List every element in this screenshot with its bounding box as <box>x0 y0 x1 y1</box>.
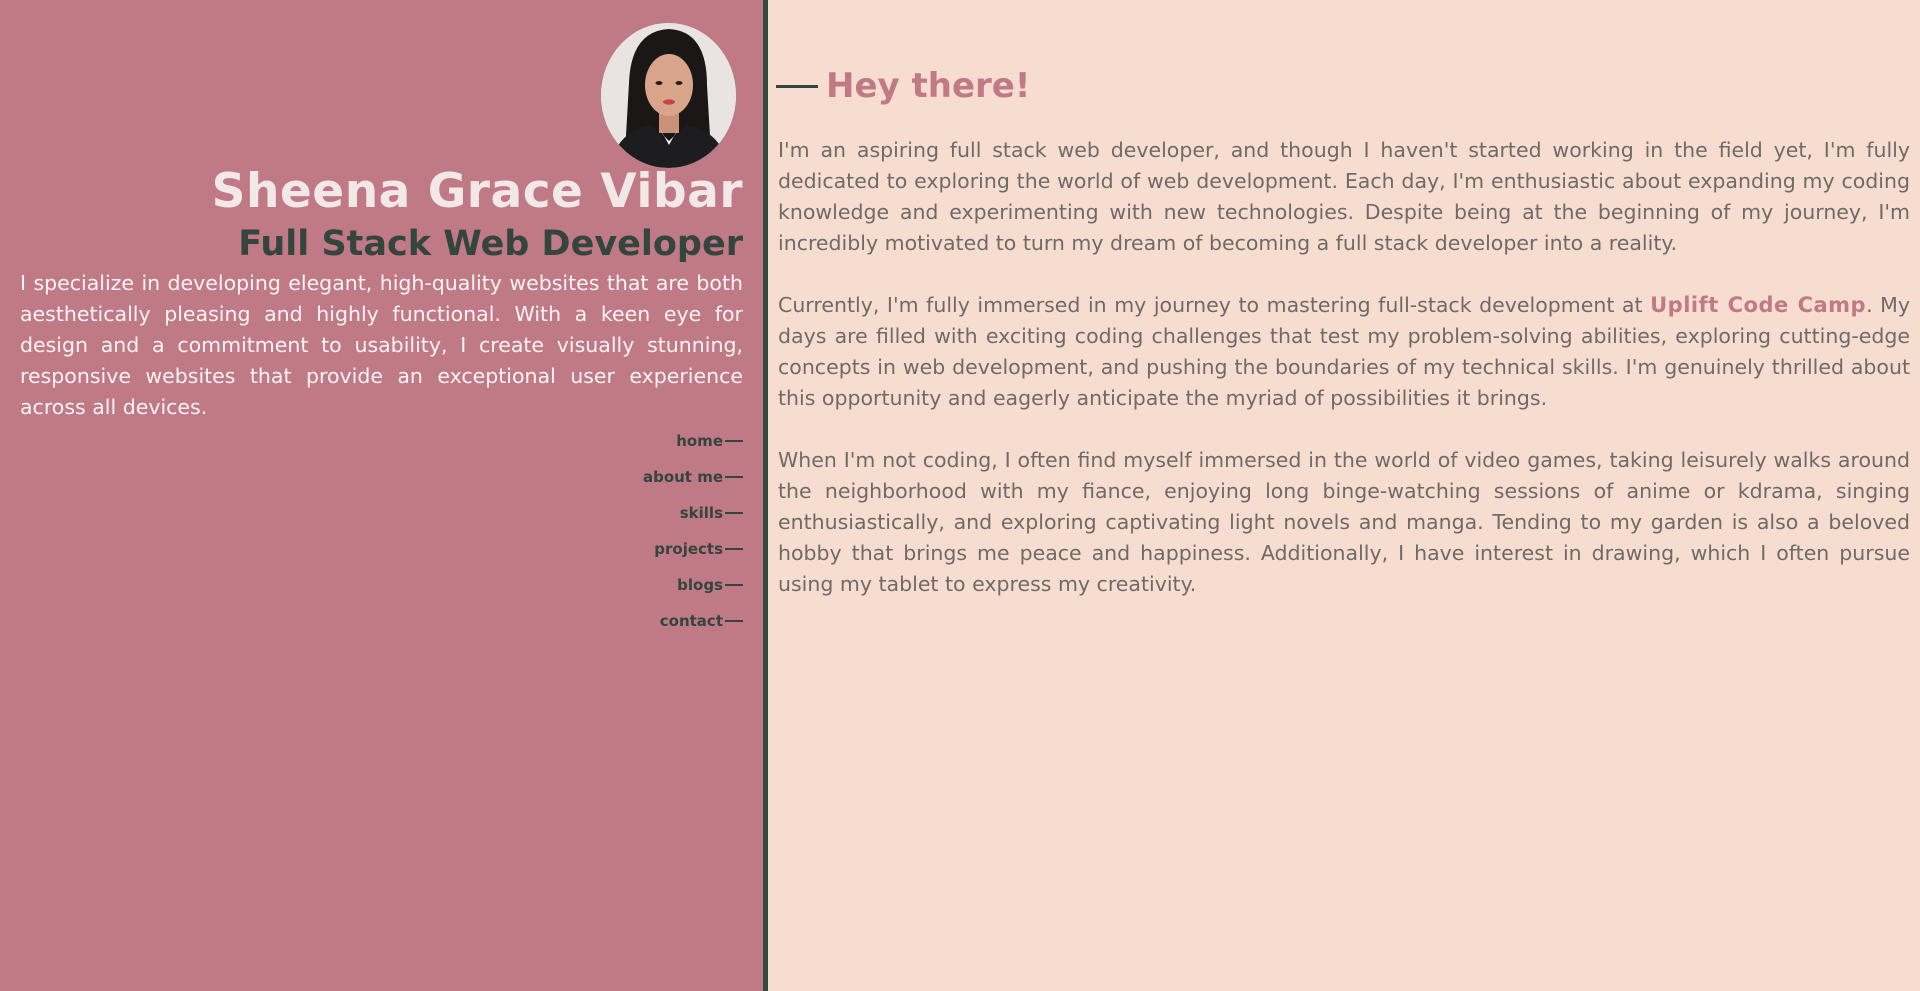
profile-intro: I specialize in developing elegant, high… <box>20 271 743 419</box>
nav-link-home[interactable]: home <box>676 432 723 450</box>
dash-icon <box>725 475 743 478</box>
uplift-code-camp-link[interactable]: Uplift Code Camp <box>1650 293 1866 317</box>
section-title: Hey there! <box>826 66 1031 106</box>
dash-icon <box>725 439 743 442</box>
about-content: I'm an aspiring full stack web developer… <box>778 135 1910 631</box>
nav-item-about-me[interactable]: about me <box>643 464 743 500</box>
section-heading: Hey there! <box>776 66 1030 106</box>
about-section: Hey there! I'm an aspiring full stack we… <box>768 0 1920 991</box>
dash-icon <box>725 547 743 550</box>
dash-icon <box>725 511 743 514</box>
nav-item-blogs[interactable]: blogs <box>643 572 743 608</box>
profile-avatar <box>601 23 736 168</box>
nav-link-projects[interactable]: projects <box>654 540 723 558</box>
about-paragraph-2: Currently, I'm fully immersed in my jour… <box>778 290 1910 414</box>
dash-icon <box>725 583 743 586</box>
about-paragraph-3: When I'm not coding, I often find myself… <box>778 448 1910 596</box>
sidebar: Sheena Grace Vibar Full Stack Web Develo… <box>0 0 763 991</box>
profile-role: Full Stack Web Developer <box>238 224 743 264</box>
about-paragraph-1: I'm an aspiring full stack web developer… <box>778 138 1910 255</box>
sidebar-nav: home about me skills projects blogs cont… <box>643 428 743 644</box>
nav-link-contact[interactable]: contact <box>660 612 723 630</box>
nav-link-about-me[interactable]: about me <box>643 468 723 486</box>
heading-dash-icon <box>776 84 818 88</box>
dash-icon <box>725 619 743 622</box>
nav-item-contact[interactable]: contact <box>643 608 743 644</box>
about-paragraph-2-start: Currently, I'm fully immersed in my jour… <box>778 293 1651 317</box>
nav-item-home[interactable]: home <box>643 428 743 464</box>
nav-item-projects[interactable]: projects <box>643 536 743 572</box>
nav-item-skills[interactable]: skills <box>643 500 743 536</box>
profile-name: Sheena Grace Vibar <box>211 164 743 219</box>
nav-link-skills[interactable]: skills <box>680 504 723 522</box>
nav-link-blogs[interactable]: blogs <box>677 576 723 594</box>
